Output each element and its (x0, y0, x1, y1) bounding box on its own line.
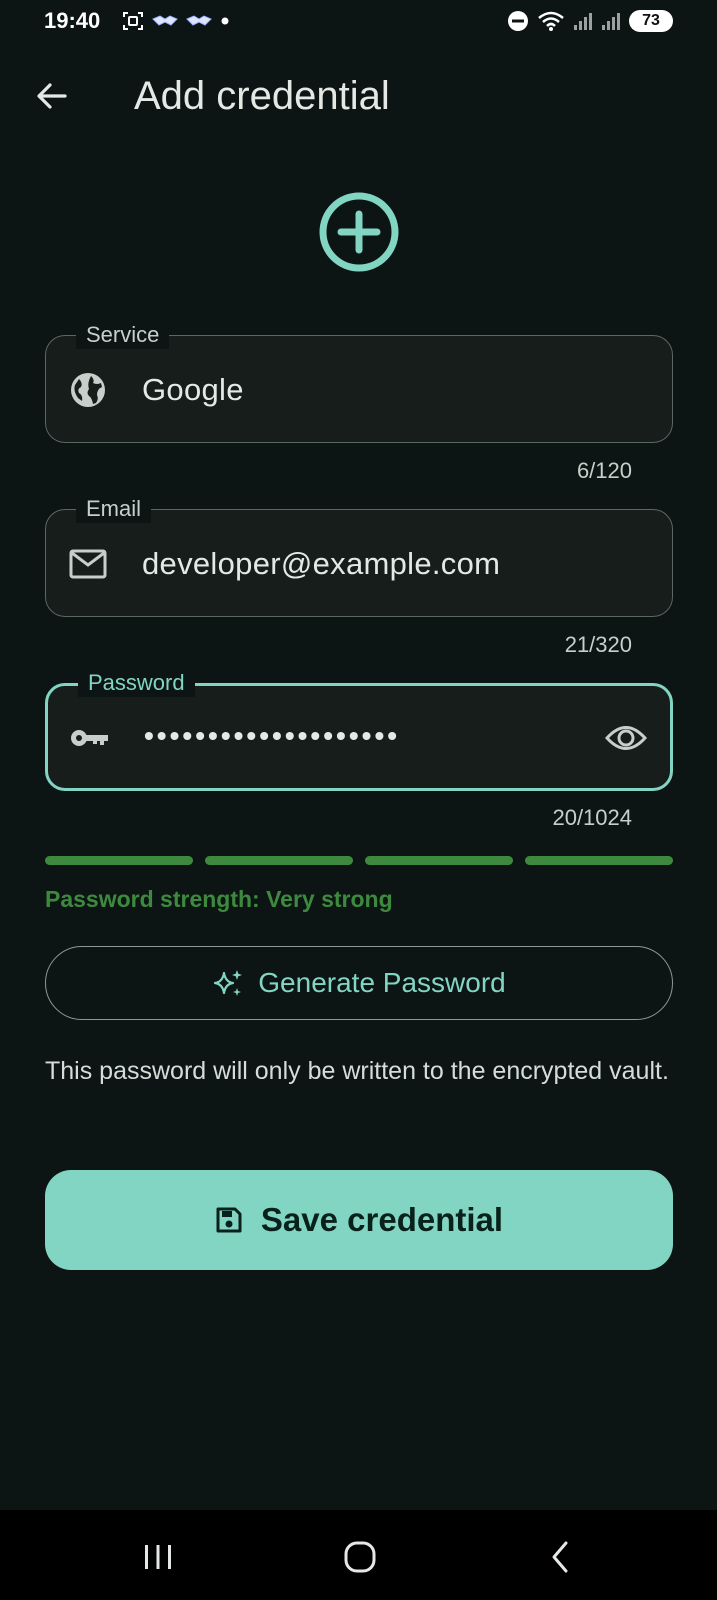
status-system-icons: 73 (507, 9, 673, 33)
email-counter: 21/320 (564, 632, 632, 657)
dot-icon (221, 17, 229, 25)
email-label: Email (76, 495, 152, 523)
back-button[interactable] (30, 74, 74, 118)
add-circle-icon (319, 192, 399, 272)
page-title: Add credential (134, 74, 390, 118)
navigation-bar (0, 1510, 717, 1600)
service-counter: 6/120 (576, 458, 632, 483)
email-field[interactable]: Email developer@example.com (45, 495, 673, 617)
password-input[interactable]: •••••••••••••••••••• (144, 718, 400, 754)
recents-button[interactable] (128, 1532, 188, 1582)
mail-icon (68, 544, 108, 584)
generate-password-label: Generate Password (258, 967, 506, 998)
save-credential-label: Save credential (260, 1201, 504, 1238)
home-icon (344, 1541, 376, 1573)
home-button[interactable] (330, 1532, 390, 1582)
save-credential-button[interactable]: Save credential (45, 1170, 673, 1270)
key-icon (70, 718, 110, 758)
service-label: Service (76, 321, 170, 349)
arrow-back-icon (37, 83, 67, 109)
status-notification-icons (122, 10, 230, 32)
handshake-icon (186, 15, 212, 26)
recents-icon (145, 1545, 171, 1569)
signal-icon (574, 13, 592, 30)
battery-level: 73 (642, 12, 660, 29)
password-strength-label: Password strength: Very strong (45, 886, 393, 912)
sparkle-icon (214, 970, 243, 996)
globe-icon (68, 370, 108, 410)
status-bar: 19:40 73 (0, 0, 717, 44)
system-back-button[interactable] (530, 1532, 590, 1582)
back-icon (552, 1541, 568, 1573)
signal-icon (602, 13, 620, 30)
do-not-disturb-icon (508, 11, 528, 31)
password-field[interactable]: Password •••••••••••••••••••• (45, 669, 673, 791)
password-label: Password (78, 669, 195, 697)
screenshot-icon (123, 12, 143, 30)
strength-segment (525, 856, 673, 865)
email-input[interactable]: developer@example.com (142, 546, 500, 582)
password-strength-meter (45, 856, 673, 865)
toggle-visibility-button[interactable] (604, 716, 648, 760)
wifi-icon (538, 11, 564, 31)
eye-icon (605, 726, 647, 750)
handshake-icon (152, 15, 178, 26)
helper-text: This password will only be written to th… (45, 1057, 669, 1085)
strength-segment (365, 856, 513, 865)
password-counter: 20/1024 (552, 805, 632, 830)
strength-segment (205, 856, 353, 865)
status-time: 19:40 (44, 8, 101, 33)
battery-indicator: 73 (629, 10, 673, 32)
service-input[interactable]: Google (142, 372, 244, 408)
strength-segment (45, 856, 193, 865)
generate-password-button[interactable]: Generate Password (45, 946, 673, 1020)
save-icon (216, 1207, 242, 1233)
service-field[interactable]: Service Google (45, 321, 673, 443)
